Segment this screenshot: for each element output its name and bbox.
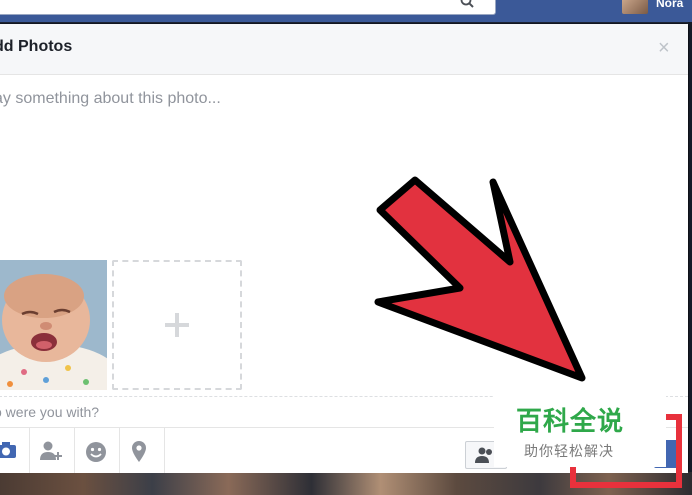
location-button[interactable]	[119, 428, 165, 473]
dialog-header: dd Photos ×	[0, 24, 688, 75]
composer-input[interactable]: ay something about this photo...	[0, 90, 594, 108]
audience-icon	[475, 447, 492, 463]
add-photo-tile[interactable]	[112, 260, 242, 390]
search-icon[interactable]	[460, 0, 474, 8]
dialog-title: dd Photos	[0, 38, 73, 55]
profile-name[interactable]: Nora	[656, 0, 683, 10]
red-arrow-annotation	[374, 176, 586, 382]
search-bar[interactable]	[0, 0, 496, 15]
feeling-button[interactable]	[74, 428, 120, 473]
page-background	[688, 22, 692, 482]
watermark-title: 百科全说	[516, 407, 625, 437]
camera-button[interactable]	[0, 428, 30, 473]
avatar[interactable]	[622, 0, 648, 14]
facebook-top-bar: Nora	[0, 0, 692, 22]
tag-friends-button[interactable]	[29, 428, 75, 473]
photo-thumbnail[interactable]	[0, 260, 107, 390]
watermark-subtitle: 助你轻松解决	[524, 444, 614, 460]
watermark: 百科全说 助你轻松解决	[494, 395, 666, 467]
baby-photo	[0, 260, 107, 390]
plus-icon	[165, 313, 189, 337]
feeling-icon	[86, 442, 106, 462]
with-input[interactable]: o were you with?	[0, 404, 99, 420]
location-icon	[132, 441, 146, 462]
close-icon[interactable]: ×	[658, 38, 670, 58]
camera-icon	[0, 442, 16, 458]
tag-friends-icon	[40, 441, 62, 460]
